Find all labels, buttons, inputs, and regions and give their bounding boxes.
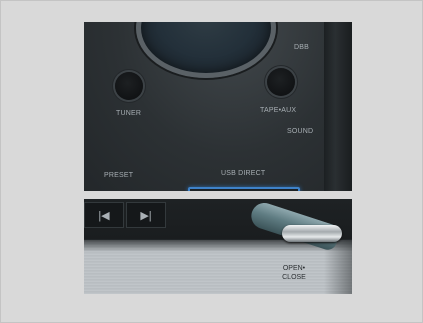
panel-right-edge xyxy=(324,22,352,192)
open-close-label: OPEN• CLOSE xyxy=(280,264,308,282)
tuner-label: TUNER xyxy=(116,110,142,117)
usb-direct-label: USB DIRECT xyxy=(221,170,266,177)
preset-label: PRESET xyxy=(104,172,134,179)
previous-button[interactable]: |◀ xyxy=(84,202,124,228)
open-close-line1: OPEN• xyxy=(282,265,306,272)
stereo-photo: DBB TUNER TAPE•AUX SOUND PRESET USB DIRE… xyxy=(84,22,352,294)
skip-forward-icon: ▶| xyxy=(140,209,152,222)
next-button[interactable]: ▶| xyxy=(126,202,166,228)
tape-aux-label: TAPE•AUX xyxy=(260,107,297,114)
tape-aux-button[interactable] xyxy=(267,68,295,96)
skip-back-icon: |◀ xyxy=(98,209,110,222)
sound-label: SOUND xyxy=(287,128,314,135)
usb-flash-drive xyxy=(247,197,352,253)
tuner-button[interactable] xyxy=(115,72,143,100)
dbb-label: DBB xyxy=(294,44,309,51)
usb-drive-cap xyxy=(282,225,342,242)
open-close-line2: CLOSE xyxy=(282,274,306,281)
